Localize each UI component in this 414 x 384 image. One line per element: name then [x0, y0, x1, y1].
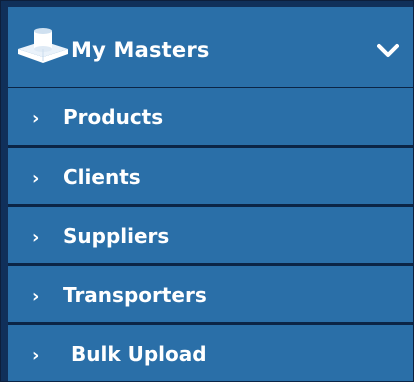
chevron-right-icon: › — [32, 108, 40, 129]
menu-item-products[interactable]: › Products — [8, 87, 413, 146]
menu-item-label: Clients — [63, 165, 141, 189]
chevron-right-icon: › — [32, 345, 40, 366]
menu-title: My Masters — [71, 38, 210, 62]
chevron-right-icon: › — [32, 286, 40, 307]
menu-items: › Products › Clients › Suppliers › Trans… — [8, 87, 413, 382]
menu-item-label: Products — [63, 105, 164, 129]
database-icon — [18, 28, 68, 63]
menu-item-label: Transporters — [63, 283, 207, 307]
menu-item-transporters[interactable]: › Transporters — [8, 264, 413, 323]
menu-header-my-masters[interactable]: My Masters — [8, 7, 413, 87]
left-border — [1, 1, 8, 381]
chevron-down-icon[interactable] — [377, 43, 399, 59]
menu-item-clients[interactable]: › Clients — [8, 146, 413, 205]
chevron-right-icon: › — [32, 227, 40, 248]
menu-item-suppliers[interactable]: › Suppliers — [8, 205, 413, 264]
menu-item-label: Bulk Upload — [71, 342, 207, 366]
menu-item-bulk-upload[interactable]: › Bulk Upload — [8, 323, 413, 382]
masters-menu-panel: My Masters › Products › Clients › Suppli… — [0, 0, 414, 382]
menu-item-label: Suppliers — [63, 224, 170, 248]
chevron-right-icon: › — [32, 168, 40, 189]
